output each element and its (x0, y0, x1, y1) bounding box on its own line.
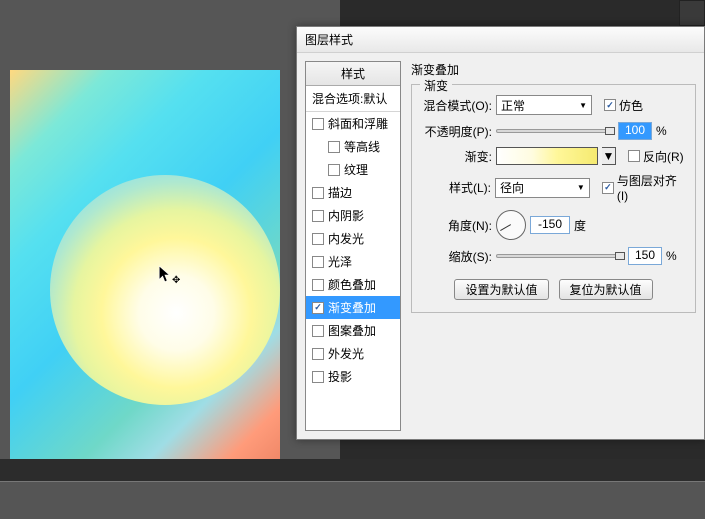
gradient-circle-layer[interactable] (50, 175, 280, 405)
style-item-label: 渐变叠加 (328, 299, 376, 316)
style-item[interactable]: 图案叠加 (306, 319, 400, 342)
set-default-button[interactable]: 设置为默认值 (454, 279, 548, 300)
scale-label: 缩放(S): (420, 248, 492, 265)
style-item-label: 外发光 (328, 345, 364, 362)
style-item[interactable]: 渐变叠加 (306, 296, 400, 319)
angle-unit: 度 (574, 217, 586, 234)
style-checkbox[interactable] (312, 302, 324, 314)
style-item-label: 纹理 (344, 161, 368, 178)
scale-slider[interactable] (496, 254, 624, 258)
style-item-label: 内阴影 (328, 207, 364, 224)
style-item[interactable]: 光泽 (306, 250, 400, 273)
blend-mode-label: 混合模式(O): (420, 97, 492, 114)
blend-mode-select[interactable]: 正常 ▼ (496, 95, 592, 115)
style-checkbox[interactable] (312, 348, 324, 360)
reset-default-button[interactable]: 复位为默认值 (559, 279, 653, 300)
style-select[interactable]: 径向 ▼ (495, 178, 590, 198)
style-item[interactable]: 投影 (306, 365, 400, 388)
dialog-title: 图层样式 (305, 31, 353, 48)
dialog-titlebar[interactable]: 图层样式 (297, 27, 704, 53)
reverse-label: 反向(R) (643, 148, 684, 165)
style-item-label: 图案叠加 (328, 322, 376, 339)
style-item[interactable]: 内发光 (306, 227, 400, 250)
style-label: 样式(L): (420, 179, 491, 196)
reverse-checkbox[interactable] (628, 150, 640, 162)
style-item[interactable]: 颜色叠加 (306, 273, 400, 296)
style-item-label: 描边 (328, 184, 352, 201)
style-checkbox[interactable] (312, 210, 324, 222)
section-title: 渐变叠加 (411, 61, 696, 78)
style-item[interactable]: 纹理 (306, 158, 400, 181)
style-item[interactable]: 外发光 (306, 342, 400, 365)
style-item-label: 等高线 (344, 138, 380, 155)
style-item-label: 内发光 (328, 230, 364, 247)
style-checkbox[interactable] (312, 371, 324, 383)
angle-dial[interactable] (496, 210, 526, 240)
blend-mode-value: 正常 (501, 97, 525, 114)
canvas[interactable]: ✥ (10, 70, 280, 460)
style-checkbox[interactable] (328, 164, 340, 176)
style-checkbox[interactable] (312, 325, 324, 337)
gradient-label: 渐变: (420, 148, 492, 165)
styles-list-panel: 样式 混合选项:默认 斜面和浮雕等高线纹理描边内阴影内发光光泽颜色叠加渐变叠加图… (305, 61, 401, 431)
percent-label: % (666, 249, 677, 263)
gradient-fieldset: 渐变 混合模式(O): 正常 ▼ 仿色 不透明度(P): (411, 84, 696, 313)
chevron-down-icon: ▼ (577, 183, 585, 192)
percent-label: % (656, 124, 667, 138)
opacity-label: 不透明度(P): (420, 123, 492, 140)
slider-thumb[interactable] (605, 127, 615, 135)
dither-label: 仿色 (619, 97, 643, 114)
angle-label: 角度(N): (420, 217, 492, 234)
style-checkbox[interactable] (328, 141, 340, 153)
gradient-dropdown-button[interactable]: ▼ (602, 147, 616, 165)
style-item-label: 投影 (328, 368, 352, 385)
status-bar (0, 481, 705, 519)
dither-checkbox[interactable] (604, 99, 616, 111)
top-dock (679, 0, 705, 26)
opacity-slider[interactable] (496, 129, 614, 133)
fieldset-legend: 渐变 (420, 77, 452, 94)
layer-style-dialog: 图层样式 样式 混合选项:默认 斜面和浮雕等高线纹理描边内阴影内发光光泽颜色叠加… (296, 26, 705, 440)
chevron-down-icon: ▼ (579, 101, 587, 110)
opacity-input[interactable]: 100 (618, 122, 652, 140)
gradient-preview[interactable] (496, 147, 598, 165)
align-label: 与图层对齐(I) (617, 172, 687, 203)
style-item[interactable]: 等高线 (306, 135, 400, 158)
style-item[interactable]: 描边 (306, 181, 400, 204)
style-checkbox[interactable] (312, 256, 324, 268)
angle-input[interactable]: -150 (530, 216, 570, 234)
styles-header[interactable]: 样式 (306, 62, 400, 86)
style-item-label: 颜色叠加 (328, 276, 376, 293)
style-checkbox[interactable] (312, 187, 324, 199)
move-indicator-icon: ✥ (172, 275, 180, 286)
scale-input[interactable]: 150 (628, 247, 662, 265)
style-checkbox[interactable] (312, 279, 324, 291)
style-item[interactable]: 斜面和浮雕 (306, 112, 400, 135)
style-checkbox[interactable] (312, 118, 324, 130)
blend-options-default[interactable]: 混合选项:默认 (306, 86, 400, 112)
style-item[interactable]: 内阴影 (306, 204, 400, 227)
dark-bar (0, 459, 705, 481)
style-value: 径向 (500, 179, 524, 196)
style-checkbox[interactable] (312, 233, 324, 245)
angle-indicator (500, 224, 511, 231)
align-checkbox[interactable] (602, 182, 614, 194)
chevron-down-icon: ▼ (603, 149, 615, 163)
style-item-label: 斜面和浮雕 (328, 115, 388, 132)
style-item-label: 光泽 (328, 253, 352, 270)
gradient-overlay-settings: 渐变叠加 渐变 混合模式(O): 正常 ▼ 仿色 不透明度(P): (401, 53, 704, 439)
slider-thumb[interactable] (615, 252, 625, 260)
canvas-workspace: ✥ (0, 0, 340, 460)
